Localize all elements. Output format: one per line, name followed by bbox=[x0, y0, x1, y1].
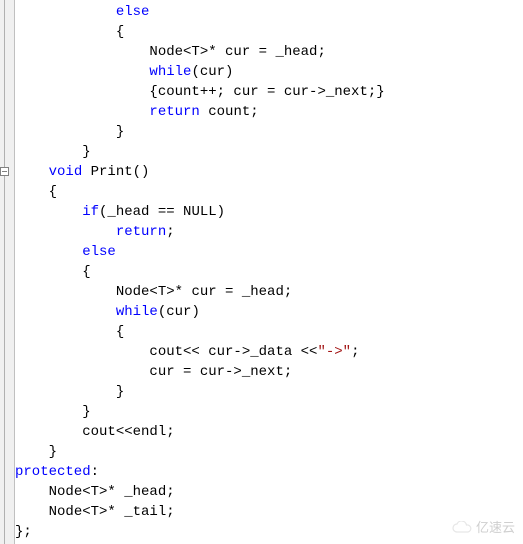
fold-toggle[interactable] bbox=[0, 167, 9, 176]
keyword: else bbox=[82, 244, 116, 260]
code-token: } bbox=[49, 444, 57, 460]
code-line: Node<T>* _head; bbox=[15, 482, 385, 502]
watermark-text: 亿速云 bbox=[476, 518, 515, 538]
code-token: { bbox=[82, 264, 90, 280]
code-line: cout<< cur->_data <<"->"; bbox=[15, 342, 385, 362]
code-token: } bbox=[82, 404, 90, 420]
string-literal: "->" bbox=[317, 344, 351, 360]
code-line: while(cur) bbox=[15, 302, 385, 322]
code-line: Node<T>* cur = _head; bbox=[15, 42, 385, 62]
keyword: return bbox=[149, 104, 199, 120]
keyword: else bbox=[116, 4, 150, 20]
code-token: (cur) bbox=[191, 64, 233, 80]
code-line: } bbox=[15, 402, 385, 422]
code-line: return; bbox=[15, 222, 385, 242]
code-token: (_head == NULL) bbox=[99, 204, 225, 220]
watermark: 亿速云 bbox=[451, 518, 515, 538]
fold-line bbox=[4, 0, 5, 544]
code-line: cout<<endl; bbox=[15, 422, 385, 442]
keyword: void bbox=[49, 164, 83, 180]
code-token: Print() bbox=[82, 164, 149, 180]
code-token: } bbox=[82, 144, 90, 160]
code-token: } bbox=[116, 384, 124, 400]
code-token: count; bbox=[200, 104, 259, 120]
code-line: else bbox=[15, 242, 385, 262]
code-token: cur = cur->_next; bbox=[149, 364, 292, 380]
code-editor: else { Node<T>* cur = _head; while(cur) … bbox=[0, 0, 523, 544]
code-token: ; bbox=[351, 344, 359, 360]
code-line: { bbox=[15, 322, 385, 342]
code-token: cout<<endl; bbox=[82, 424, 174, 440]
code-area: else { Node<T>* cur = _head; while(cur) … bbox=[15, 2, 385, 542]
code-line: if(_head == NULL) bbox=[15, 202, 385, 222]
code-token: }; bbox=[15, 524, 32, 540]
gutter bbox=[0, 0, 15, 544]
code-line: } bbox=[15, 382, 385, 402]
code-token: { bbox=[116, 324, 124, 340]
code-line: protected: bbox=[15, 462, 385, 482]
code-line: void Print() bbox=[15, 162, 385, 182]
code-line: Node<T>* cur = _head; bbox=[15, 282, 385, 302]
code-token: { bbox=[49, 184, 57, 200]
code-line: return count; bbox=[15, 102, 385, 122]
cloud-icon bbox=[451, 521, 473, 535]
code-line: Node<T>* _tail; bbox=[15, 502, 385, 522]
code-token: { bbox=[116, 24, 124, 40]
code-line: while(cur) bbox=[15, 62, 385, 82]
code-token: Node<T>* _tail; bbox=[49, 504, 175, 520]
code-line: { bbox=[15, 22, 385, 42]
code-token: : bbox=[91, 464, 99, 480]
keyword: return bbox=[116, 224, 166, 240]
code-token: Node<T>* _head; bbox=[49, 484, 175, 500]
code-line: } bbox=[15, 142, 385, 162]
code-token: ; bbox=[166, 224, 174, 240]
code-token: } bbox=[116, 124, 124, 140]
code-token: Node<T>* cur = _head; bbox=[149, 44, 325, 60]
code-token: {count++; cur = cur->_next;} bbox=[149, 84, 384, 100]
code-line: { bbox=[15, 262, 385, 282]
code-line: {count++; cur = cur->_next;} bbox=[15, 82, 385, 102]
code-line: } bbox=[15, 442, 385, 462]
keyword: while bbox=[116, 304, 158, 320]
keyword: protected bbox=[15, 464, 91, 480]
code-line: { bbox=[15, 182, 385, 202]
keyword: while bbox=[149, 64, 191, 80]
code-line: } bbox=[15, 122, 385, 142]
code-line: cur = cur->_next; bbox=[15, 362, 385, 382]
code-token: (cur) bbox=[158, 304, 200, 320]
code-token: Node<T>* cur = _head; bbox=[116, 284, 292, 300]
keyword: if bbox=[82, 204, 99, 220]
code-line: else bbox=[15, 2, 385, 22]
code-line: }; bbox=[15, 522, 385, 542]
code-token: cout<< cur->_data << bbox=[149, 344, 317, 360]
